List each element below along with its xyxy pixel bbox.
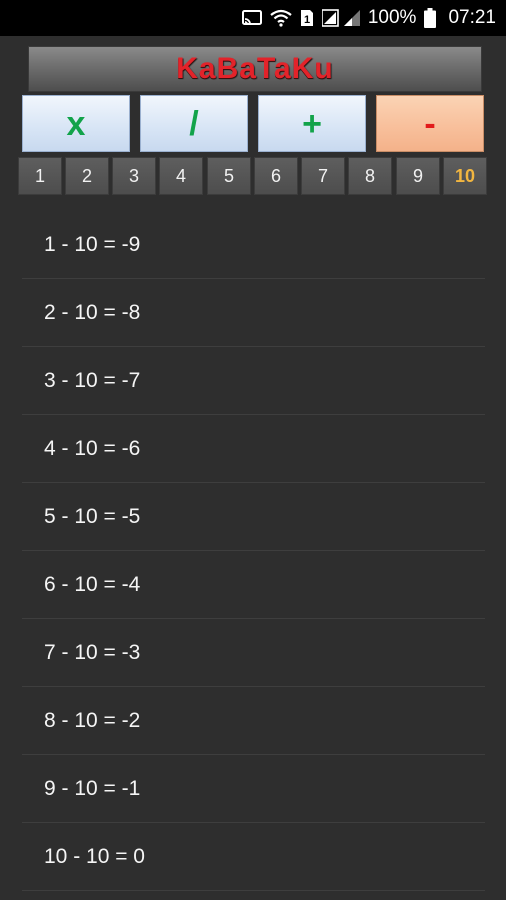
- wifi-icon: [270, 9, 292, 27]
- clock: 07:21: [448, 7, 496, 28]
- app-title: KaBaTaKu: [176, 52, 334, 85]
- divide-button[interactable]: /: [140, 95, 248, 152]
- multiply-button[interactable]: x: [22, 95, 130, 152]
- app-title-bar: KaBaTaKu: [28, 46, 482, 92]
- battery-percent: 100%: [367, 7, 417, 28]
- number-button-7[interactable]: 7: [301, 157, 345, 195]
- number-button-2[interactable]: 2: [65, 157, 109, 195]
- result-row: 1 - 10 = -9: [22, 211, 485, 279]
- result-row: 4 - 10 = -6: [22, 415, 485, 483]
- signal-icon: [321, 9, 362, 27]
- add-button[interactable]: +: [258, 95, 366, 152]
- number-button-8[interactable]: 8: [348, 157, 392, 195]
- subtract-button[interactable]: -: [376, 95, 484, 152]
- number-button-5[interactable]: 5: [207, 157, 251, 195]
- number-selector: 1 2 3 4 5 6 7 8 9 10: [18, 157, 490, 195]
- minus-icon: -: [424, 104, 436, 143]
- number-button-10[interactable]: 10: [443, 157, 487, 195]
- result-row: 2 - 10 = -8: [22, 279, 485, 347]
- status-bar: 1 100% 07:21: [0, 0, 506, 36]
- cast-icon: [241, 10, 262, 26]
- divide-icon: /: [189, 104, 199, 143]
- sim-1-icon: 1: [300, 9, 314, 27]
- number-button-1[interactable]: 1: [18, 157, 62, 195]
- svg-text:1: 1: [304, 14, 310, 26]
- result-row: 5 - 10 = -5: [22, 483, 485, 551]
- number-button-4[interactable]: 4: [159, 157, 203, 195]
- result-row: 7 - 10 = -3: [22, 619, 485, 687]
- number-button-9[interactable]: 9: [396, 157, 440, 195]
- result-row: 9 - 10 = -1: [22, 755, 485, 823]
- result-row: 8 - 10 = -2: [22, 687, 485, 755]
- number-button-3[interactable]: 3: [112, 157, 156, 195]
- results-list: 1 - 10 = -9 2 - 10 = -8 3 - 10 = -7 4 - …: [22, 211, 485, 891]
- multiply-icon: x: [66, 104, 86, 143]
- battery-icon: [424, 8, 437, 28]
- plus-icon: +: [302, 104, 322, 143]
- operator-bar: x / + -: [22, 95, 484, 152]
- result-row: 10 - 10 = 0: [22, 823, 485, 891]
- result-row: 6 - 10 = -4: [22, 551, 485, 619]
- number-button-6[interactable]: 6: [254, 157, 298, 195]
- result-row: 3 - 10 = -7: [22, 347, 485, 415]
